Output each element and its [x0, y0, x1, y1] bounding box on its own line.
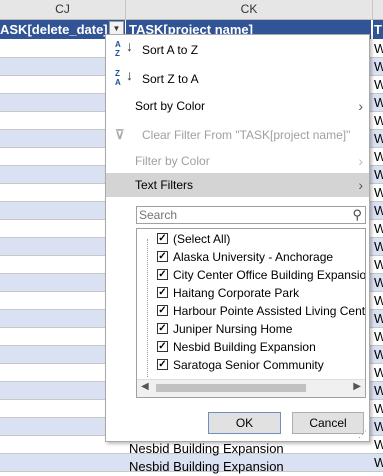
- cell-right-col[interactable]: W: [374, 454, 383, 471]
- cell-right-col[interactable]: W: [374, 310, 383, 327]
- cell-right-col[interactable]: W: [374, 364, 383, 381]
- cell-right-col[interactable]: W: [374, 220, 383, 237]
- sort-a-to-z-item[interactable]: A Z ↓ Sort A to Z: [106, 38, 369, 62]
- filter-value-label: Harbour Pointe Assisted Living Cent: [173, 304, 366, 318]
- cell-right-col[interactable]: W: [374, 76, 383, 93]
- horizontal-scrollbar[interactable]: ◀ ▶: [137, 379, 365, 397]
- column-header-cl[interactable]: [373, 0, 383, 20]
- checkbox[interactable]: ✓: [157, 341, 168, 352]
- scroll-left-icon[interactable]: ◀: [141, 381, 149, 392]
- cell-right-col[interactable]: W: [374, 400, 383, 417]
- search-input[interactable]: [137, 207, 339, 222]
- cell-right-col[interactable]: W: [374, 292, 383, 309]
- text-filters-label: Text Filters: [135, 178, 194, 192]
- autofilter-menu: A Z ↓ Sort A to Z Z A ↓ Sort Z to A Sort by …: [105, 34, 370, 442]
- checkbox[interactable]: ✓: [157, 323, 168, 334]
- sort-descending-icon: Z A ↓: [115, 67, 133, 87]
- sort-by-color-label: Sort by Color: [135, 99, 206, 113]
- cell-right-col[interactable]: W: [374, 94, 383, 111]
- checkbox[interactable]: ✓: [157, 269, 168, 280]
- filter-by-color-label: Filter by Color: [135, 154, 210, 168]
- cell-right-col[interactable]: W: [374, 184, 383, 201]
- filter-value-label: Nesbid Building Expansion: [173, 340, 316, 354]
- resize-grip-icon[interactable]: ⋰: [358, 429, 367, 440]
- cell-right-col[interactable]: W: [374, 274, 383, 291]
- filter-value-label: (Select All): [173, 232, 231, 246]
- ok-button[interactable]: OK: [208, 412, 281, 434]
- cell-project-name[interactable]: Nesbid Building Expansion: [129, 458, 284, 475]
- checkbox[interactable]: ✓: [157, 233, 168, 244]
- filter-value-label: Saratoga Senior Community: [173, 358, 324, 372]
- header-delete-date-label: ASK[delete_date]: [0, 22, 108, 37]
- scroll-right-icon[interactable]: ▶: [353, 381, 361, 392]
- cell-right-col[interactable]: W: [374, 256, 383, 273]
- cell-right-col[interactable]: W: [374, 112, 383, 129]
- clear-filter-item: ⊽ Clear Filter From "TASK[project name]": [106, 123, 369, 147]
- cell-right-col[interactable]: W: [374, 40, 383, 57]
- checkbox[interactable]: ✓: [157, 305, 168, 316]
- sort-by-color-item[interactable]: Sort by Color ›: [106, 94, 369, 118]
- checkbox[interactable]: ✓: [157, 251, 168, 262]
- cell-right-col[interactable]: W: [374, 328, 383, 345]
- cell-right-col[interactable]: W: [374, 130, 383, 147]
- sort-z-to-a-item[interactable]: Z A ↓ Sort Z to A: [106, 67, 369, 91]
- header-next: T: [373, 20, 383, 39]
- cell-right-col[interactable]: W: [374, 58, 383, 75]
- sort-ascending-icon: A Z ↓: [115, 38, 133, 58]
- chevron-right-icon: ›: [358, 177, 363, 193]
- cell-right-col[interactable]: W: [374, 148, 383, 165]
- scrollbar-thumb[interactable]: [156, 384, 306, 392]
- cell-right-col[interactable]: W: [374, 202, 383, 219]
- clear-filter-icon: ⊽: [115, 127, 125, 142]
- filter-values-list[interactable]: ✓ (Select All) ✓ Alaska University - Anchor…: [136, 228, 366, 398]
- tree-guide-line: [147, 239, 149, 377]
- cell-right-col[interactable]: W: [374, 166, 383, 183]
- checkbox[interactable]: ✓: [157, 287, 168, 298]
- cell-project-name[interactable]: Nesbid Building Expansion: [129, 440, 284, 457]
- cell-right-col[interactable]: W: [374, 436, 383, 453]
- text-filters-item[interactable]: Text Filters ›: [106, 173, 369, 197]
- chevron-right-icon: ›: [358, 153, 363, 169]
- filter-value-label: Haitang Corporate Park: [173, 286, 300, 300]
- search-box: ⚲: [136, 206, 366, 224]
- clear-filter-label: Clear Filter From "TASK[project name]": [142, 128, 351, 142]
- filter-value-label: Juniper Nursing Home: [173, 322, 293, 336]
- checkbox[interactable]: ✓: [157, 359, 168, 370]
- column-header-ck[interactable]: CK: [126, 0, 373, 20]
- column-header-cj[interactable]: CJ: [0, 0, 126, 20]
- chevron-right-icon: ›: [358, 98, 363, 114]
- filter-by-color-item: Filter by Color ›: [106, 149, 369, 173]
- sort-a-to-z-label: Sort A to Z: [142, 43, 199, 57]
- sort-z-to-a-label: Sort Z to A: [142, 72, 199, 86]
- cell-right-col[interactable]: W: [374, 238, 383, 255]
- cell-right-col[interactable]: W: [374, 346, 383, 363]
- filter-value-label: Alaska University - Anchorage: [173, 250, 334, 264]
- cancel-button[interactable]: Cancel: [292, 412, 364, 434]
- search-icon[interactable]: ⚲: [352, 207, 362, 223]
- cell-right-col[interactable]: W: [374, 418, 383, 435]
- cell-right-col[interactable]: W: [374, 382, 383, 399]
- filter-value-label: City Center Office Building Expansio: [173, 268, 366, 282]
- header-next-label: T: [374, 22, 382, 37]
